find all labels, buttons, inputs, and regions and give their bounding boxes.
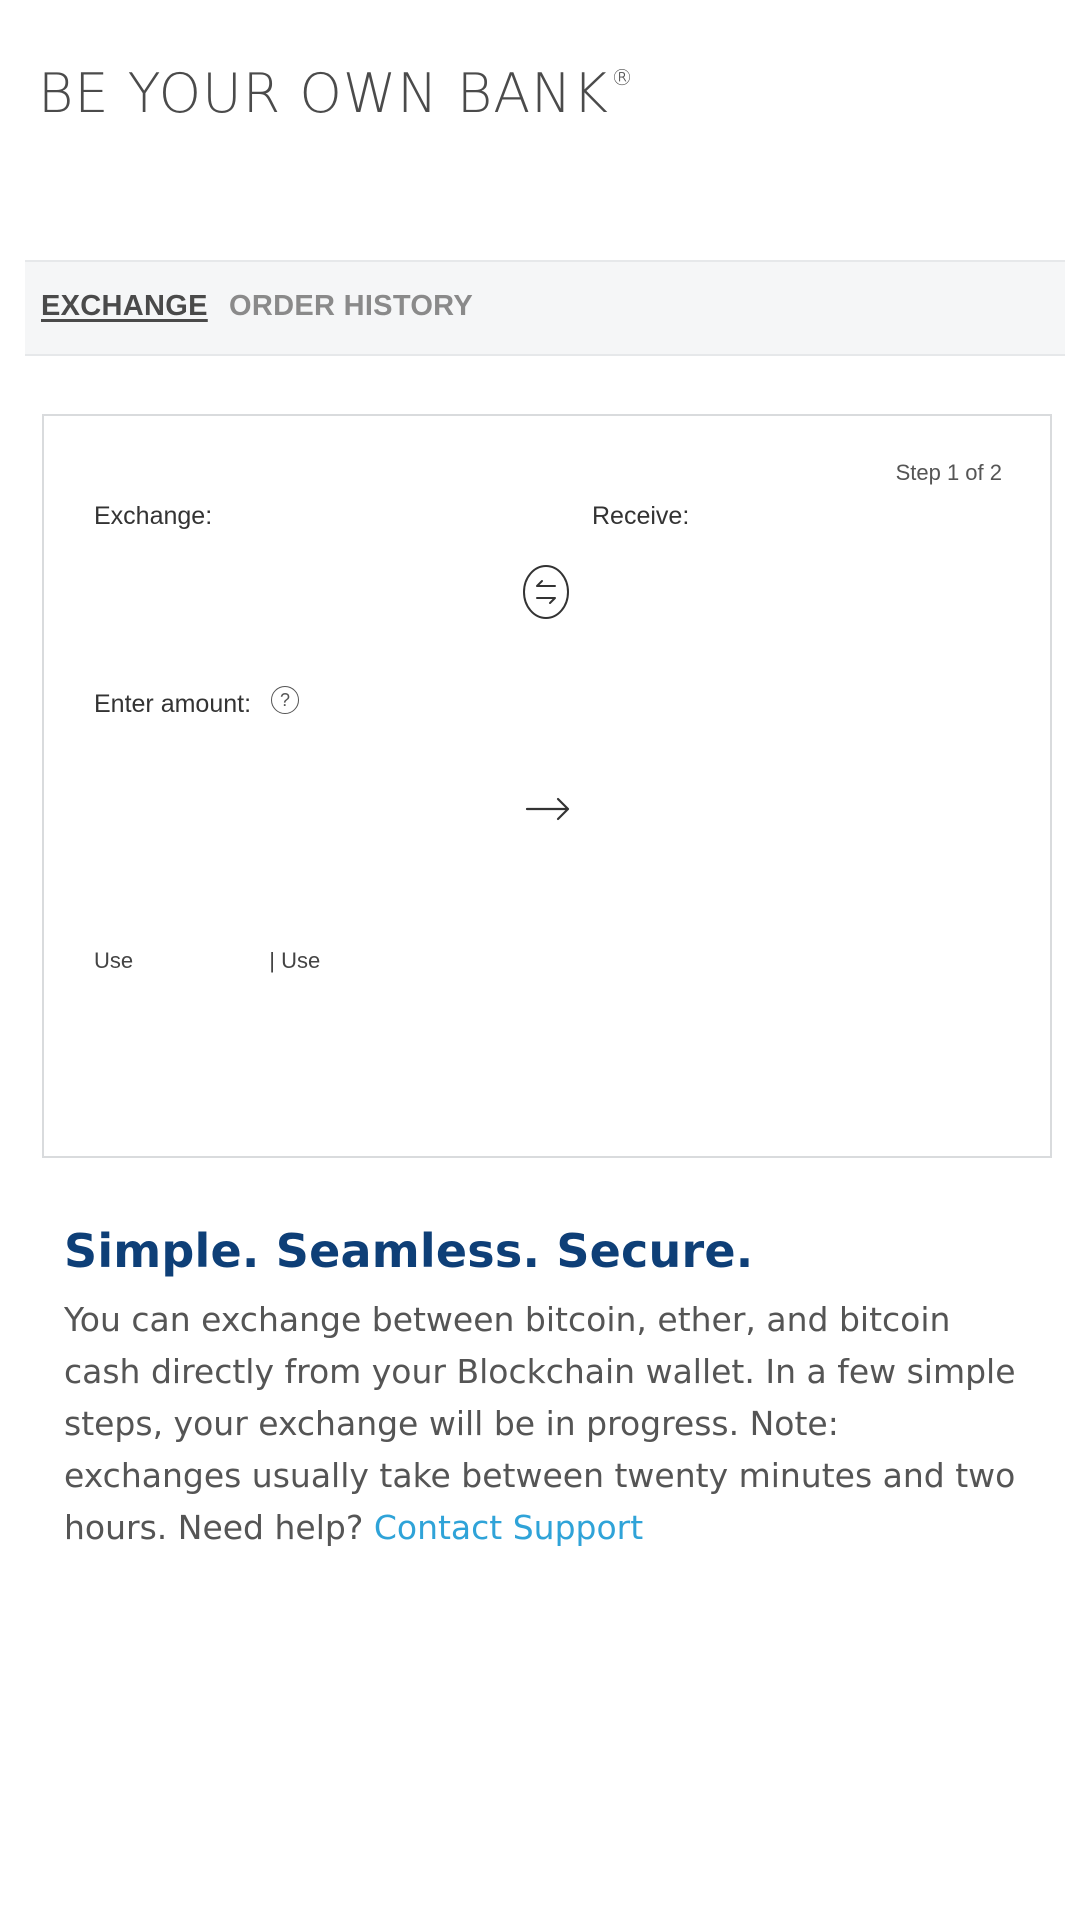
info-headline: Simple. Seamless. Secure. xyxy=(64,1224,754,1278)
tab-bar: EXCHANGE ORDER HISTORY xyxy=(25,260,1065,356)
brand-title-text: BE YOUR OWN BANK xyxy=(38,62,609,125)
use-min-link[interactable]: Use xyxy=(94,948,133,973)
tab-order-history[interactable]: ORDER HISTORY xyxy=(229,290,473,323)
registered-mark: ® xyxy=(610,66,634,91)
help-icon[interactable]: ? xyxy=(271,686,299,714)
step-indicator: Step 1 of 2 xyxy=(895,460,1002,485)
tab-exchange[interactable]: EXCHANGE xyxy=(41,290,208,323)
right-arrow-icon xyxy=(525,797,570,821)
swap-arrows-icon[interactable] xyxy=(522,564,570,620)
receive-label: Receive: xyxy=(592,502,690,530)
enter-amount-label: Enter amount: xyxy=(94,690,252,718)
use-max-link[interactable]: Use xyxy=(281,948,320,973)
use-balance-line: Use | Use xyxy=(94,948,320,974)
exchange-card: Step 1 of 2 Exchange: Receive: Enter amo… xyxy=(42,414,1052,1158)
contact-support-link[interactable]: Contact Support xyxy=(374,1508,643,1547)
info-description: You can exchange between bitcoin, ether,… xyxy=(64,1294,1024,1554)
brand-title: BE YOUR OWN BANK® xyxy=(38,62,634,125)
exchange-label: Exchange: xyxy=(94,502,213,530)
use-separator: | xyxy=(269,948,275,973)
